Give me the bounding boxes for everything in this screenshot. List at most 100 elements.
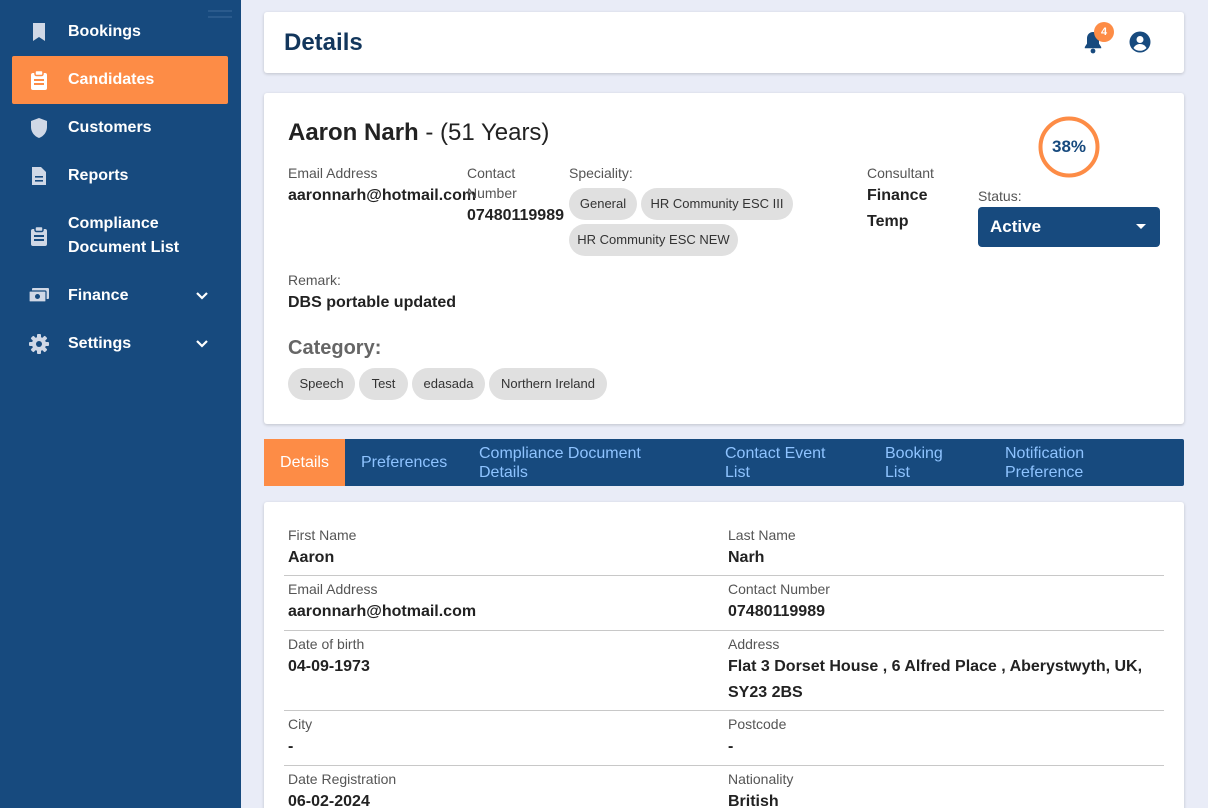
tab-details[interactable]: Details (264, 439, 345, 486)
first-name-text: Aaron (288, 549, 335, 566)
tab-label: Details (479, 463, 528, 481)
consultant-value: Finance (867, 187, 928, 204)
chevron-down-icon[interactable] (194, 288, 210, 304)
notification-badge: 4 (1094, 22, 1114, 42)
sidebar-item-settings[interactable]: Settings (12, 320, 228, 368)
contact-value: 07480119989 (467, 207, 564, 224)
tab-preferences[interactable]: Preferences (361, 439, 447, 486)
page-title: Details (284, 29, 363, 56)
consultant-label: Consultant (867, 165, 934, 181)
candidate-summary-card: Aaron Narh - (51 Years) 38% Email Addres… (264, 93, 1184, 424)
city-value: - (288, 738, 294, 755)
consultant-value: Temp (867, 213, 909, 230)
tab-label: Preferences (361, 454, 448, 471)
date-registration-label: Date Registration (288, 771, 397, 787)
address-value: SY23 2BS (728, 684, 803, 701)
first-name-value: Aaron (288, 547, 334, 569)
nationality-value: British (728, 793, 779, 808)
speciality-label: Speciality: (569, 165, 633, 181)
contact-number-label: Contact Number (728, 581, 830, 597)
email-value: aaronnarh@hotmail.com (288, 187, 477, 204)
email-value: aaronnarh@hotmail.com (288, 603, 477, 620)
tab-label: Contact Event (725, 444, 826, 462)
sidebar-item-reports[interactable]: Reports (12, 152, 228, 200)
row-divider (284, 575, 1164, 576)
nationality-label: Nationality (728, 771, 794, 787)
address-label: Address (728, 636, 780, 652)
tab-label: Booking (885, 444, 943, 462)
status-value: Active (990, 217, 1042, 236)
sidebar-item-label: Compliance Document List (68, 215, 180, 256)
money-icon (28, 285, 50, 307)
clipboard-icon (28, 69, 50, 91)
remark-value: DBS portable updated (288, 294, 457, 311)
category-chip: Speech (288, 368, 355, 400)
account-circle-icon[interactable] (1129, 31, 1151, 53)
contact-label: Number (467, 185, 517, 201)
tab-label: Details (280, 454, 329, 471)
row-divider (284, 630, 1164, 631)
sidebar-item-label: Settings (68, 335, 132, 352)
status-select[interactable]: Active (978, 207, 1160, 247)
gear-icon (28, 333, 50, 355)
sidebar-item-label: Finance (68, 287, 129, 304)
city-label: City (288, 716, 313, 732)
sidebar-item-bookings[interactable]: Bookings (12, 8, 228, 56)
sidebar-item-candidates[interactable]: Candidates (12, 56, 228, 104)
contact-label: Contact (467, 165, 516, 181)
candidate-age: - (51 Years) (418, 119, 550, 146)
tab-compliance-document-details[interactable]: Compliance Document Details (479, 439, 641, 486)
tab-booking-list[interactable]: Booking List (885, 439, 943, 486)
last-name-label: Last Name (728, 527, 796, 543)
row-divider (284, 710, 1164, 711)
speciality-chip: General (569, 188, 637, 220)
contact-number-value: 07480119989 (728, 603, 825, 620)
status-label: Status: (978, 188, 1022, 204)
completion-percent: 38% (1051, 137, 1087, 156)
candidate-name: Aaron Narh (288, 119, 419, 146)
tab-label: List (725, 463, 750, 481)
speciality-chip: HR Community ESC III (641, 188, 793, 220)
candidate-heading: Aaron Narh - (51 Years) (288, 119, 549, 147)
candidate-details-card: First Name Aaron Last Name Narh Email Ad… (264, 502, 1184, 808)
tab-label: Preference (1005, 463, 1084, 481)
email-label: Email Address (288, 581, 378, 597)
caret-down-icon (1136, 224, 1146, 229)
postcode-label: Postcode (728, 716, 787, 732)
category-chip: Test (359, 368, 408, 400)
tab-bar: Details Preferences Compliance Document D… (264, 439, 1184, 486)
address-value: Flat 3 Dorset House , 6 Alfred Place , A… (728, 658, 1143, 675)
row-divider (284, 765, 1164, 766)
sidebar-item-label: Customers (68, 119, 152, 136)
sidebar-item-label: Reports (68, 167, 129, 184)
tab-label: List (885, 463, 910, 481)
clipboard-icon (28, 225, 50, 247)
chevron-down-icon[interactable] (194, 336, 210, 352)
postcode-value: - (728, 738, 734, 755)
sidebar-item-compliance-document-list[interactable]: Compliance Document List (12, 200, 228, 272)
last-name-value: Narh (728, 549, 765, 566)
dob-value: 04-09-1973 (288, 658, 370, 675)
tab-contact-event-list[interactable]: Contact Event List (725, 439, 826, 486)
document-icon (28, 165, 50, 187)
remark-label: Remark: (288, 272, 341, 288)
header-bar: Details 4 (264, 12, 1184, 73)
tab-notification-preference[interactable]: Notification Preference (1005, 439, 1084, 486)
sidebar-item-label: Bookings (68, 23, 141, 40)
sidebar: Bookings Candidates Customers Reports Co… (0, 0, 241, 808)
first-name-label: First Name (288, 527, 357, 543)
sidebar-item-label: Candidates (68, 71, 155, 88)
tab-label: Compliance Document (479, 444, 641, 462)
speciality-chip: HR Community ESC NEW (569, 224, 738, 256)
dob-label: Date of birth (288, 636, 365, 652)
date-registration-value: 06-02-2024 (288, 793, 370, 808)
sidebar-item-customers[interactable]: Customers (12, 104, 228, 152)
category-chip: Northern Ireland (489, 368, 607, 400)
category-chip: edasada (412, 368, 485, 400)
bookmark-icon (28, 21, 50, 43)
category-heading: Category: (288, 337, 382, 359)
tab-label: Notification (1005, 444, 1085, 462)
email-label: Email Address (288, 165, 378, 181)
sidebar-item-finance[interactable]: Finance (12, 272, 228, 320)
shield-icon (28, 117, 50, 139)
